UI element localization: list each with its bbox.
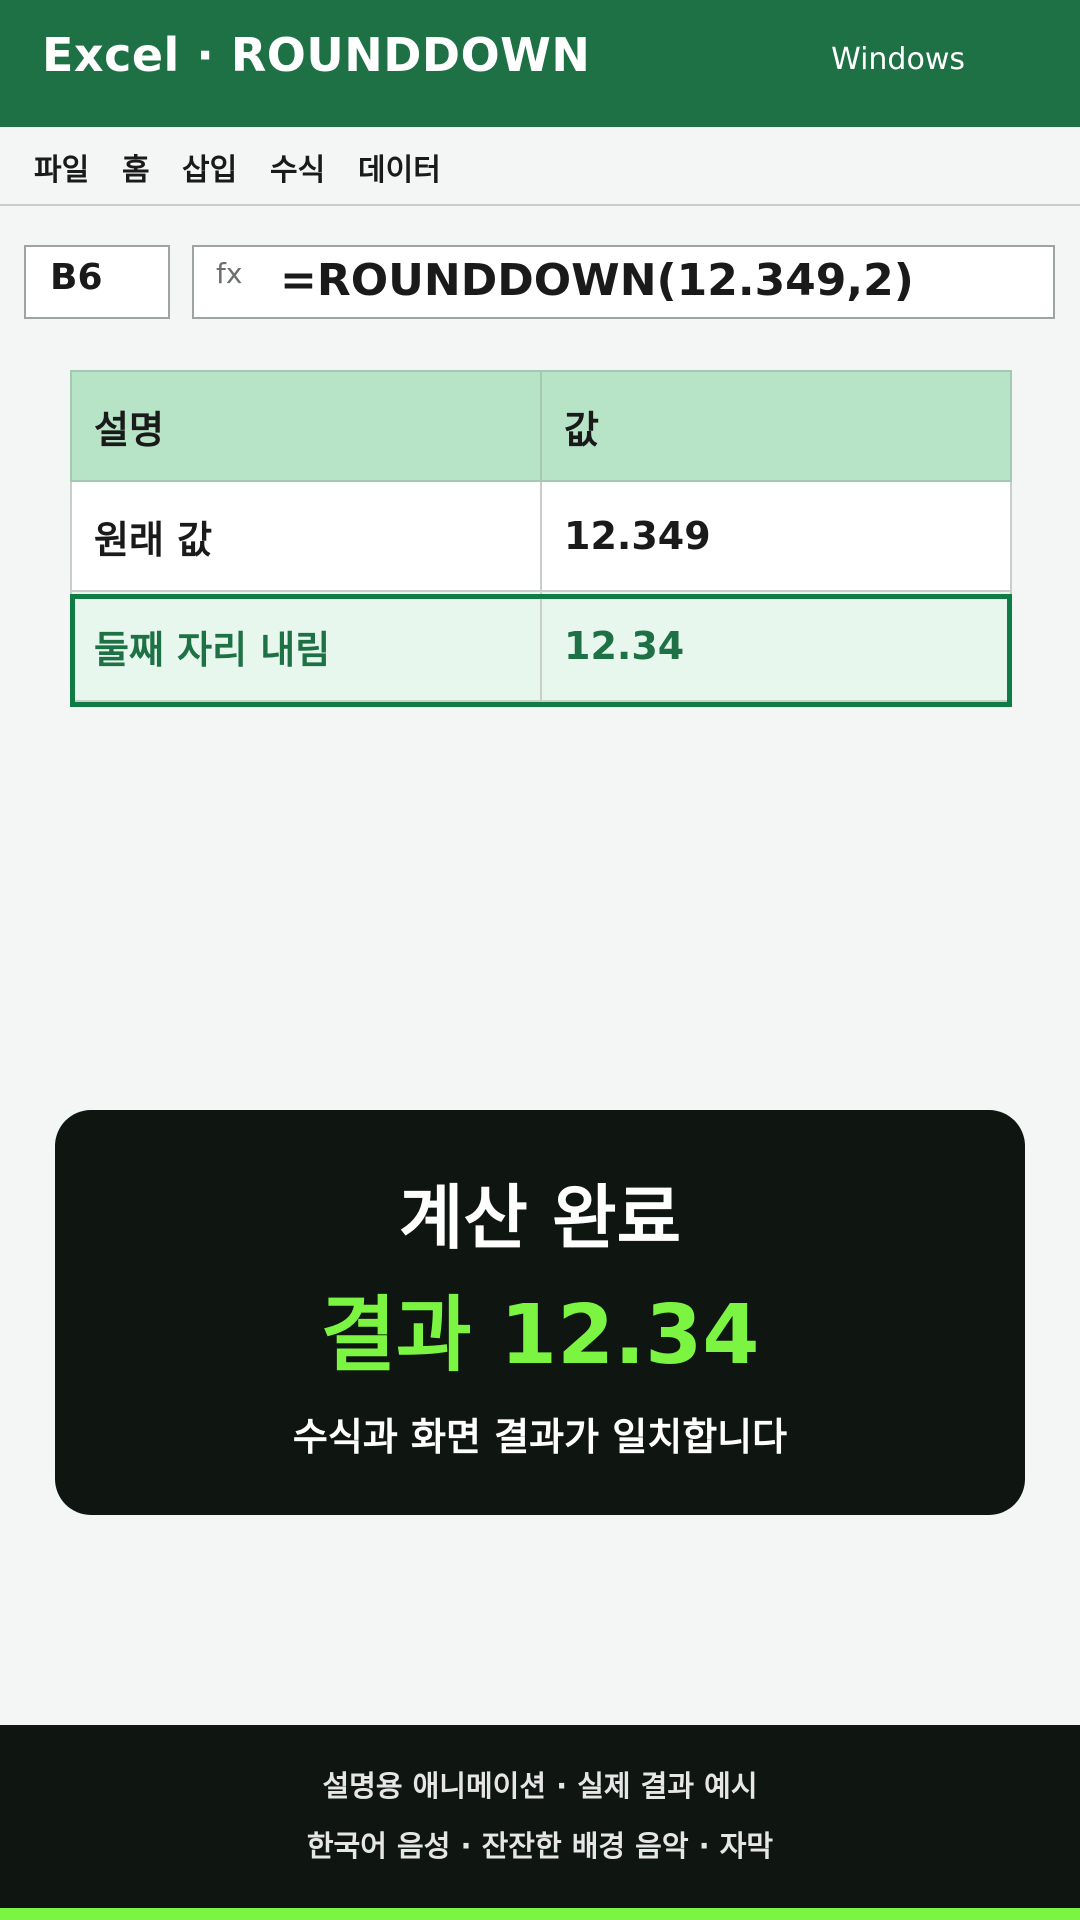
title-bar: Excel · ROUNDDOWN Windows [0,0,1080,127]
footer-caption-2: 한국어 음성 · 잔잔한 배경 음악 · 자막 [306,1829,774,1863]
header-cell-description[interactable]: 설명 [70,370,542,482]
cell-value[interactable]: 12.349 [540,480,1012,592]
menu-item-formulas[interactable]: 수식 [270,145,325,189]
menu-item-data[interactable]: 데이터 [358,145,441,189]
result-value: 결과 12.34 [320,1288,760,1383]
menu-item-insert[interactable]: 삽입 [182,145,237,189]
menu-item-home[interactable]: 홈 [122,145,150,189]
header-cell-value[interactable]: 값 [540,370,1012,482]
formula-bar[interactable]: fx =ROUNDDOWN(12.349,2) [192,245,1055,319]
result-subtitle: 수식과 화면 결과가 일치합니다 [292,1415,788,1459]
result-card: 계산 완료 결과 12.34 수식과 화면 결과가 일치합니다 [55,1110,1025,1515]
fx-icon: fx [216,257,243,290]
cell-description[interactable]: 둘째 자리 내림 [70,590,542,702]
table-row: 원래 값 12.349 [70,480,1012,592]
app-title: Excel · ROUNDDOWN [42,28,591,82]
formula-text[interactable]: =ROUNDDOWN(12.349,2) [280,255,914,306]
menu-bar: 파일 홈 삽입 수식 데이터 [0,127,1080,206]
cell-description[interactable]: 원래 값 [70,480,542,592]
platform-label: Windows [831,42,965,77]
cell-reference: B6 [50,257,103,298]
name-box[interactable]: B6 [24,245,170,319]
footer-caption-1: 설명용 애니메이션 · 실제 결과 예시 [322,1769,758,1803]
footer: 설명용 애니메이션 · 실제 결과 예시 한국어 음성 · 잔잔한 배경 음악 … [0,1725,1080,1920]
result-title: 계산 완료 [399,1177,681,1259]
menu-item-file[interactable]: 파일 [34,145,89,189]
cell-value[interactable]: 12.34 [540,590,1012,702]
table-header-row: 설명 값 [70,370,1012,482]
footer-accent-bar [0,1908,1080,1920]
table-row-selected: 둘째 자리 내림 12.34 [70,590,1012,702]
data-table: 설명 값 원래 값 12.349 둘째 자리 내림 12.34 [70,370,1012,702]
